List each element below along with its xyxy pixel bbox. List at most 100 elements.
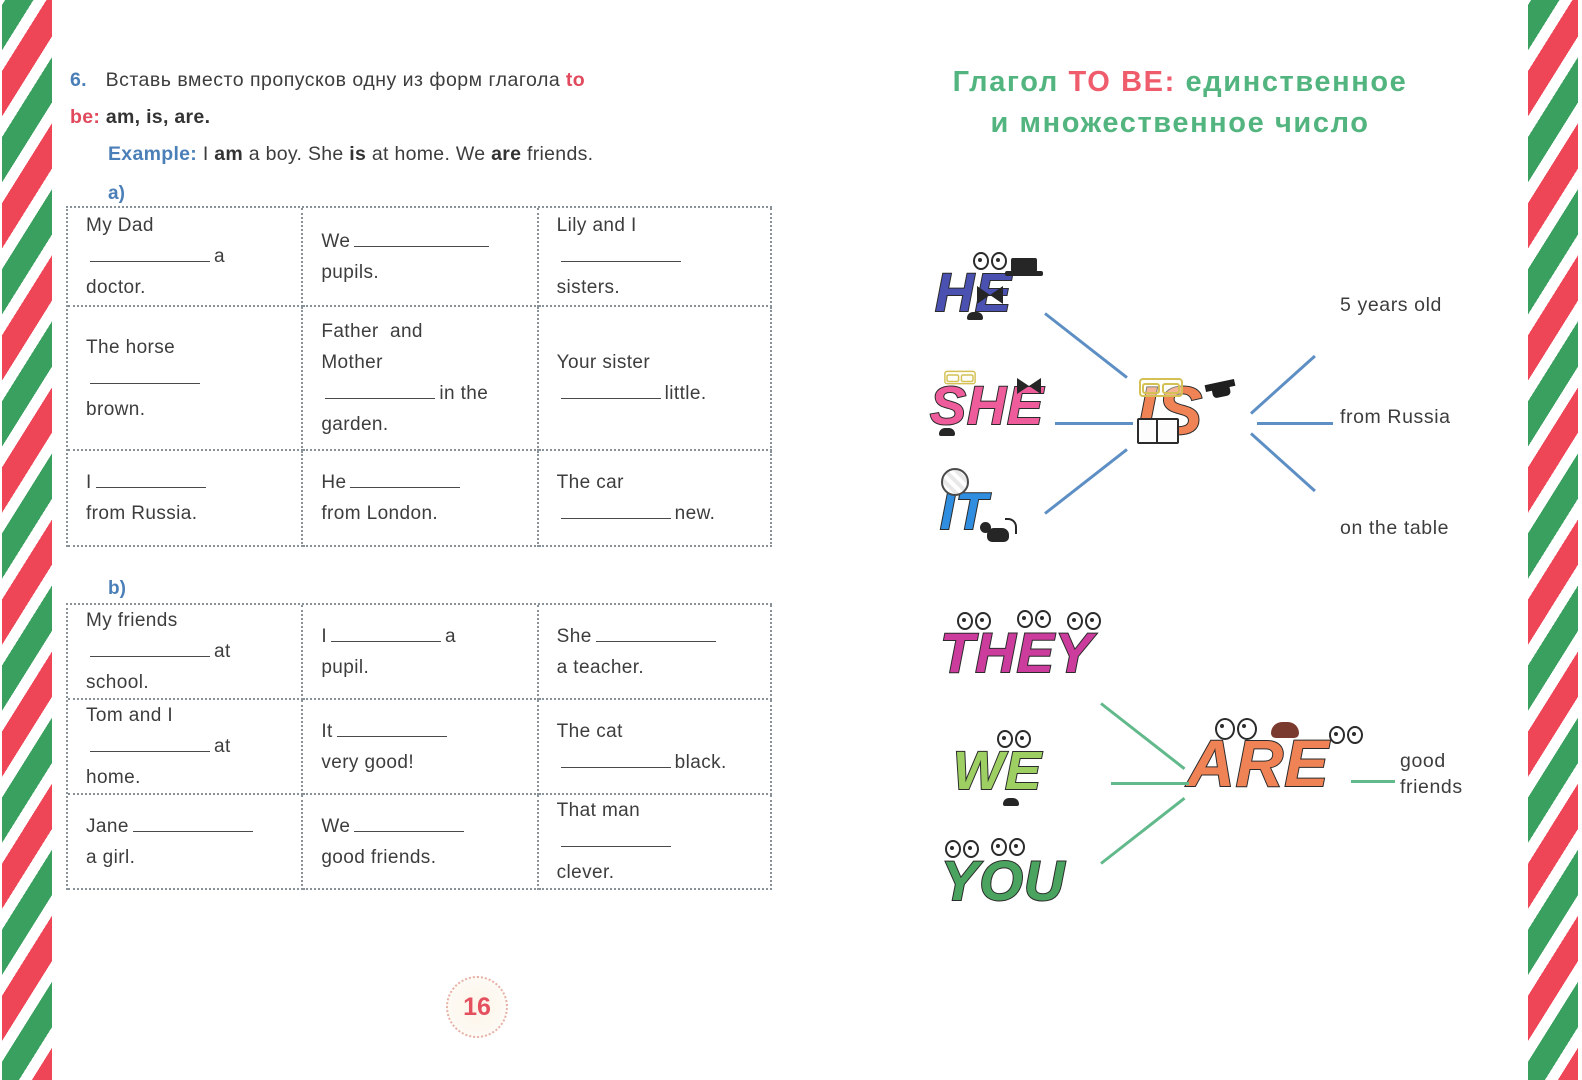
answer-blank[interactable] bbox=[325, 379, 436, 399]
exercise-cell[interactable]: I from Russia. bbox=[68, 451, 304, 547]
exercise-cell[interactable]: That man clever. bbox=[538, 795, 772, 890]
cell-blank-line[interactable] bbox=[557, 241, 758, 272]
section-a-label: a) bbox=[108, 183, 125, 204]
cell-text: I bbox=[86, 472, 92, 493]
answer-blank[interactable] bbox=[132, 812, 253, 832]
answer-blank[interactable] bbox=[595, 622, 716, 642]
workbook-spread: 6. Вставь вместо пропусков одну из форм … bbox=[0, 0, 1582, 1080]
example-mid2: at home. We bbox=[371, 143, 486, 165]
cell-text: pupils. bbox=[321, 261, 380, 283]
cell-blank-line[interactable]: new. bbox=[557, 498, 758, 529]
answer-blank[interactable] bbox=[560, 827, 671, 847]
exercise-cell[interactable]: My friends at school. bbox=[68, 605, 304, 700]
cell-text: The cat bbox=[556, 720, 623, 742]
exercise-cell[interactable]: The car new. bbox=[538, 451, 772, 547]
cell-blank-line[interactable]: a bbox=[86, 241, 289, 272]
answer-blank[interactable] bbox=[90, 637, 210, 657]
connector-line-she-is bbox=[1055, 422, 1133, 425]
exercise-table-a: My Dad a doctor. We pupils. Lily and I s… bbox=[66, 206, 772, 547]
spread-content: 6. Вставь вместо пропусков одну из форм … bbox=[60, 0, 1522, 1080]
cell-text: pupil. bbox=[321, 656, 370, 678]
word-art-are: ARE bbox=[1186, 725, 1330, 801]
book-icon bbox=[1137, 418, 1179, 444]
table-row: The horse brown. Father and Mother in th… bbox=[68, 307, 772, 451]
cell-blank-line[interactable]: Ia bbox=[321, 621, 524, 652]
cell-text: brown. bbox=[86, 398, 146, 420]
exercise-cell[interactable]: We pupils. bbox=[303, 208, 539, 307]
cell-text: garden. bbox=[321, 414, 389, 435]
cell-blank-line[interactable]: in the bbox=[321, 378, 524, 409]
answer-blank[interactable] bbox=[354, 227, 490, 247]
answer-blank[interactable] bbox=[331, 622, 442, 642]
glasses-icon bbox=[944, 370, 976, 385]
cell-blank-line[interactable]: little. bbox=[557, 378, 758, 409]
exercise-cell[interactable]: Tom and I at home. bbox=[68, 700, 304, 795]
hairbow-icon bbox=[1017, 378, 1041, 394]
cell-blank-line[interactable]: We bbox=[321, 811, 524, 842]
cell-text: That man bbox=[556, 800, 641, 821]
page-number-left: 16 bbox=[446, 976, 508, 1038]
cell-blank-line[interactable]: I bbox=[86, 467, 289, 498]
exercise-cell[interactable]: Jane a girl. bbox=[68, 795, 304, 890]
cell-text: sisters. bbox=[556, 277, 621, 298]
cell-text: Tom and I bbox=[86, 705, 174, 726]
cell-text: It bbox=[321, 720, 333, 742]
cat-icon bbox=[980, 518, 1017, 542]
exercise-cell[interactable]: She a teacher. bbox=[538, 605, 772, 700]
answer-blank[interactable] bbox=[350, 468, 461, 488]
table-row: My Dad a doctor. We pupils. Lily and I s… bbox=[68, 208, 772, 307]
answer-blank[interactable] bbox=[95, 468, 206, 488]
exercise-cell[interactable]: My Dad a doctor. bbox=[68, 208, 304, 307]
answer-blank[interactable] bbox=[560, 242, 681, 262]
exercise-cell[interactable]: Ia pupil. bbox=[303, 605, 539, 700]
connector-line-are-friends bbox=[1351, 780, 1395, 783]
exercise-cell[interactable]: Father and Mother in the garden. bbox=[303, 307, 539, 451]
answer-blank[interactable] bbox=[336, 717, 447, 737]
phrase-years-old: 5 years old bbox=[1340, 294, 1442, 316]
cell-blank-line[interactable]: She bbox=[557, 621, 758, 652]
top-hat-icon bbox=[1005, 258, 1043, 276]
cell-blank-line[interactable] bbox=[557, 826, 758, 857]
answer-blank[interactable] bbox=[90, 242, 210, 262]
cell-text: We bbox=[321, 815, 351, 837]
exercise-cell[interactable]: The cat black. bbox=[538, 700, 772, 795]
exercise-cell[interactable]: It very good! bbox=[303, 700, 539, 795]
shoes-icon bbox=[1003, 798, 1019, 806]
answer-blank[interactable] bbox=[560, 379, 661, 399]
phrase-good-friends: good friends bbox=[1400, 750, 1463, 798]
exercise-cell[interactable]: We good friends. bbox=[303, 795, 539, 890]
answer-blank[interactable] bbox=[560, 499, 671, 519]
exercise-cell[interactable]: Your sister little. bbox=[538, 307, 772, 451]
cell-blank-line[interactable]: black. bbox=[557, 747, 758, 778]
title-line-2: и множественное число bbox=[990, 107, 1370, 139]
exercise-cell[interactable]: Lily and I sisters. bbox=[538, 208, 772, 307]
answer-blank[interactable] bbox=[90, 364, 200, 384]
cell-text: She bbox=[556, 625, 592, 647]
cell-text: good friends. bbox=[321, 846, 437, 868]
cell-blank-line[interactable]: We bbox=[321, 226, 524, 257]
cell-blank-line[interactable]: at bbox=[86, 636, 289, 667]
answer-blank[interactable] bbox=[354, 812, 465, 832]
left-page: 6. Вставь вместо пропусков одну из форм … bbox=[60, 0, 800, 1080]
cell-blank-line[interactable]: He bbox=[321, 467, 524, 498]
cell-blank-line[interactable]: It bbox=[321, 716, 524, 747]
cell-blank-line[interactable]: at bbox=[86, 731, 289, 762]
exercise-cell[interactable]: He from London. bbox=[303, 451, 539, 547]
task-instruction-block: 6. Вставь вместо пропусков одну из форм … bbox=[70, 62, 790, 173]
title-tobe: TO BE bbox=[1068, 66, 1165, 98]
stripe-pattern bbox=[2, 0, 52, 1080]
cell-text: home. bbox=[86, 767, 141, 788]
task-forms-list: am, is, are. bbox=[105, 106, 211, 128]
stripe-pattern bbox=[1528, 0, 1578, 1080]
answer-blank[interactable] bbox=[90, 732, 210, 752]
answer-blank[interactable] bbox=[560, 748, 671, 768]
cell-blank-line[interactable] bbox=[86, 363, 289, 394]
exercise-cell[interactable]: The horse brown. bbox=[68, 307, 304, 451]
cell-text: from Russia. bbox=[86, 503, 198, 524]
cell-text: from London. bbox=[321, 503, 439, 524]
cell-text: The car bbox=[556, 472, 624, 493]
right-stripe-border bbox=[1528, 0, 1578, 1080]
cell-blank-line[interactable]: Jane bbox=[86, 811, 289, 842]
exercise-table-b: My friends at school. Ia pupil. She a te… bbox=[66, 603, 772, 890]
cell-text: a bbox=[445, 625, 456, 647]
